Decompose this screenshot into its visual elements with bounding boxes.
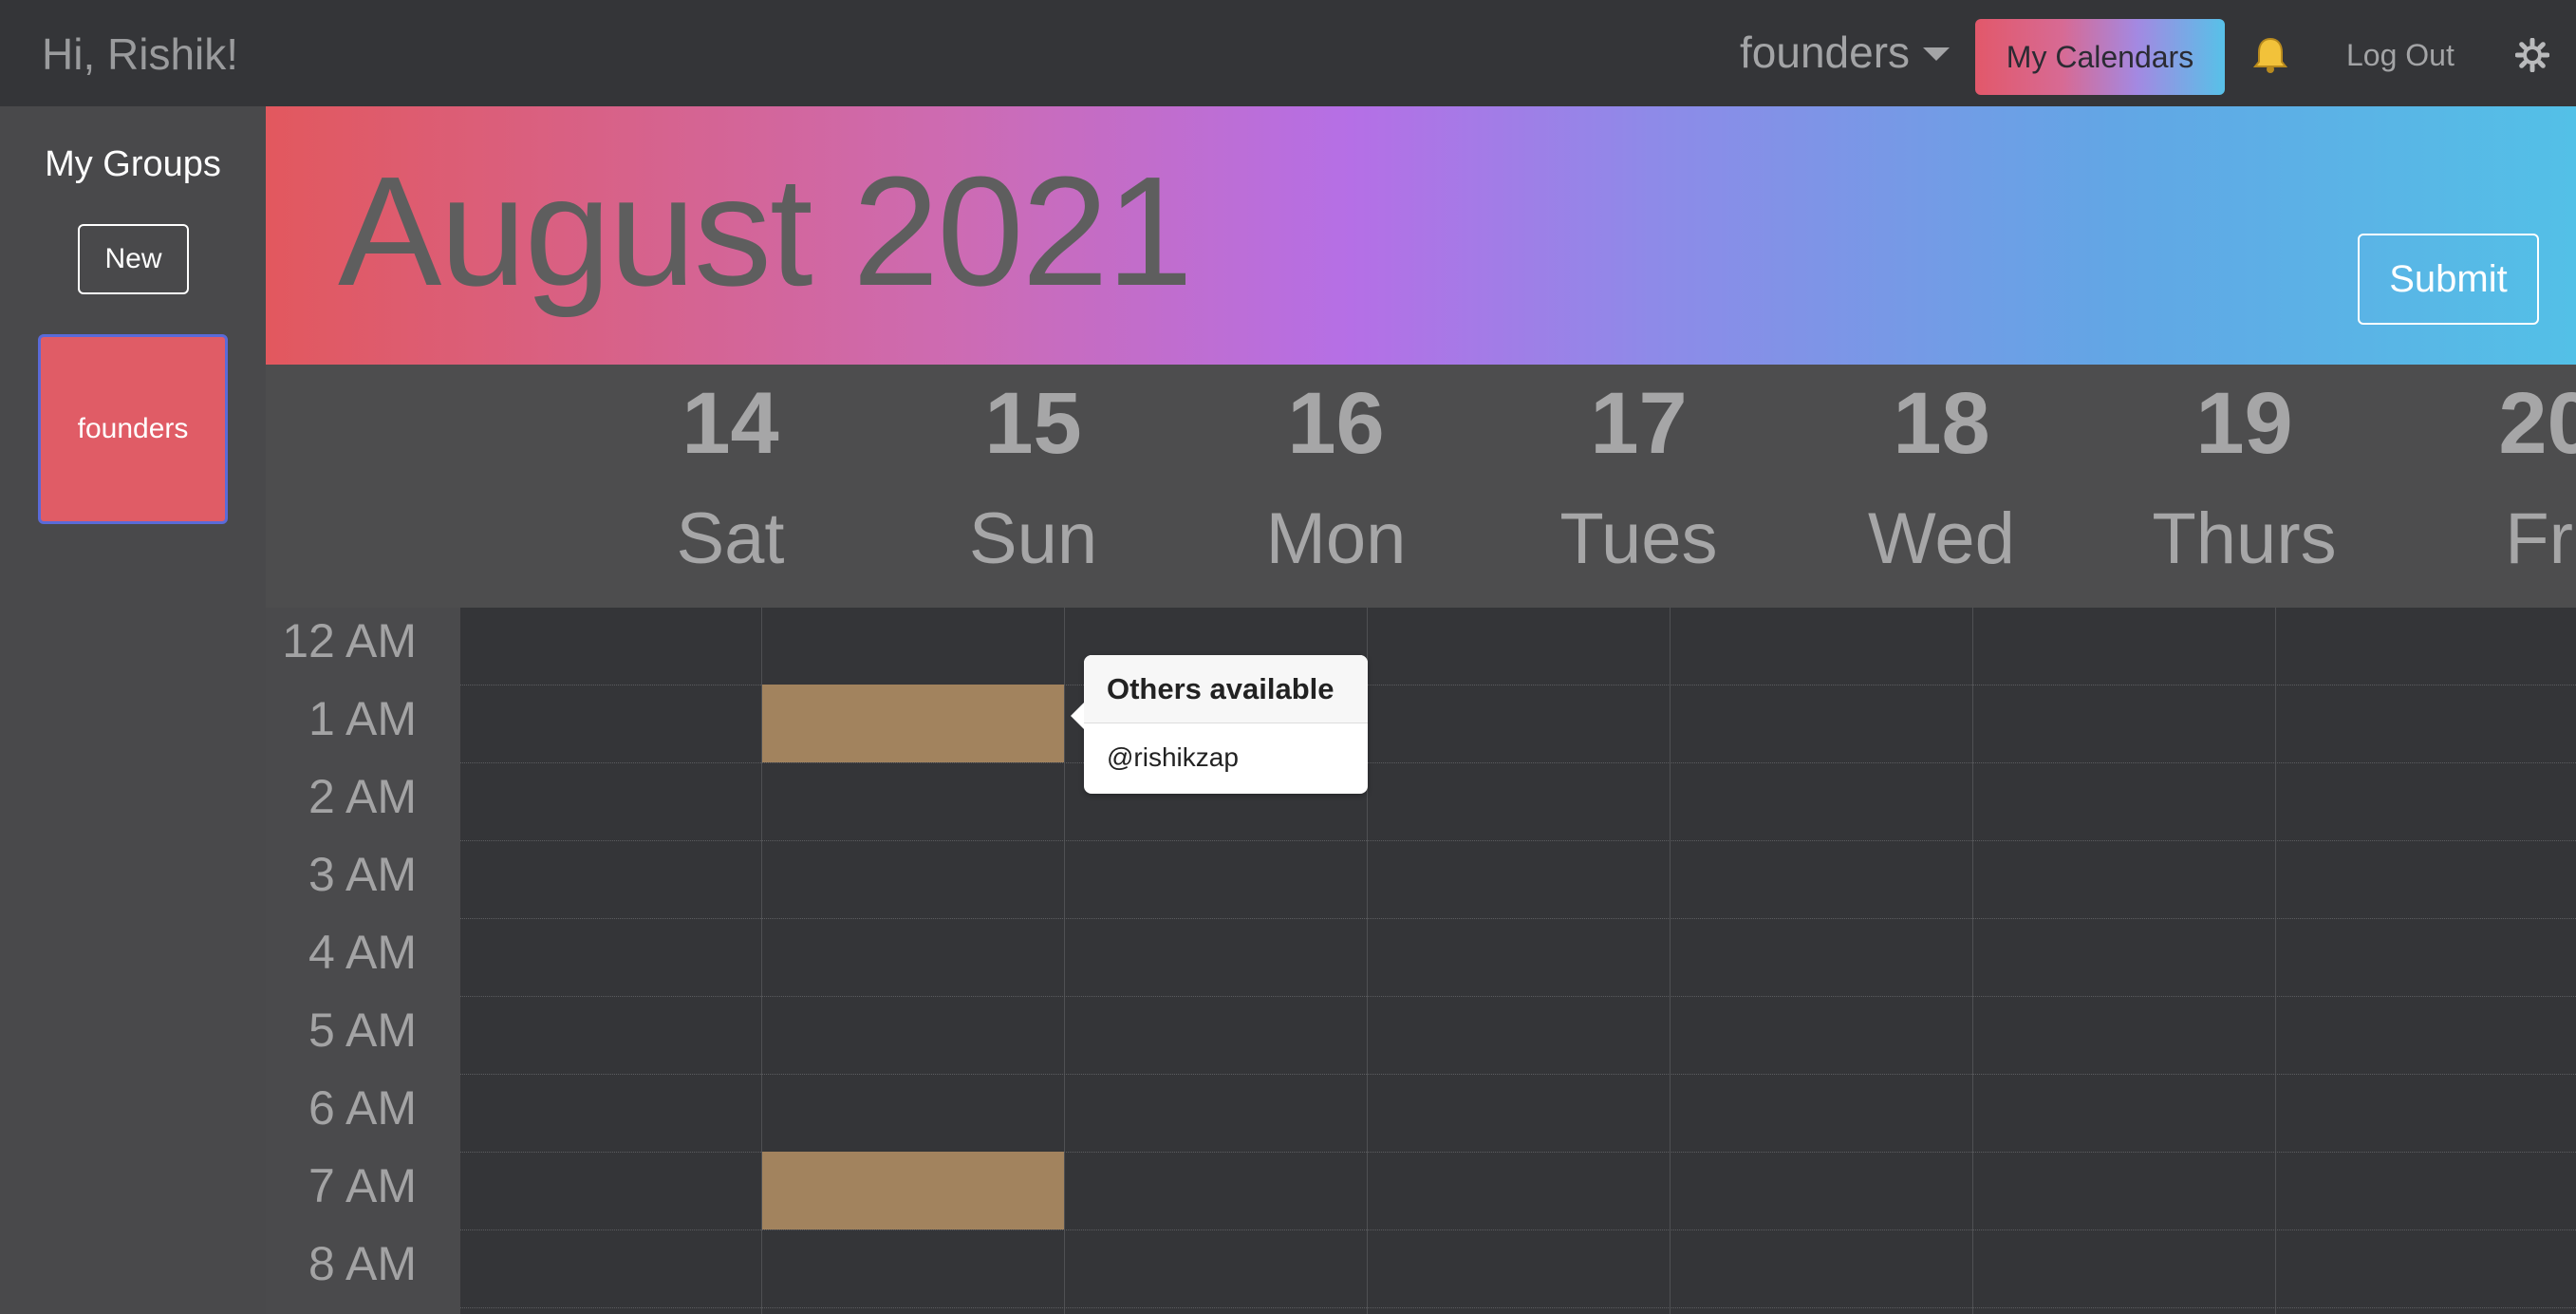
time-label: 7 AM: [308, 1159, 417, 1212]
time-label: 5 AM: [308, 1004, 417, 1057]
chevron-down-icon: [1923, 47, 1951, 61]
gear-icon[interactable]: [2514, 37, 2550, 73]
bell-icon[interactable]: [2252, 36, 2288, 74]
grid-hour-divider: [460, 840, 2576, 841]
day-header-sun: 15 Sun: [882, 365, 1185, 608]
popover-user: @rishikzap: [1107, 742, 1239, 772]
time-label: 3 AM: [308, 848, 417, 901]
group-card-founders[interactable]: founders: [38, 334, 228, 524]
day-name: Wed: [1868, 498, 2015, 579]
popover-arrow: [1071, 703, 1084, 729]
day-header-row: 14 Sat 15 Sun 16 Mon 17 Tues 18 Wed 19 T…: [266, 365, 2576, 608]
day-header-thurs: 19 Thurs: [2093, 365, 2396, 608]
popover-title: Others available: [1084, 655, 1368, 723]
day-number: 14: [681, 375, 779, 472]
available-slot-sun-1am[interactable]: [762, 685, 1064, 762]
day-number: 17: [1590, 375, 1688, 472]
day-number: 15: [984, 375, 1082, 472]
time-label: 2 AM: [308, 770, 417, 823]
grid-column-divider: [1064, 608, 1065, 1314]
time-label: 12 AM: [282, 614, 417, 667]
month-banner: August 2021 Submit: [266, 106, 2576, 365]
month-title: August 2021: [338, 144, 1193, 318]
available-slot-sun-7am[interactable]: [762, 1152, 1064, 1230]
day-header-wed: 18 Wed: [1790, 365, 2093, 608]
day-name: Mon: [1265, 498, 1407, 579]
submit-button[interactable]: Submit: [2358, 234, 2539, 325]
day-name: Sat: [676, 498, 785, 579]
new-group-button[interactable]: New: [78, 224, 189, 294]
time-gutter: 12 AM 1 AM 2 AM 3 AM 4 AM 5 AM 6 AM 7 AM…: [266, 608, 460, 1314]
grid-hour-divider: [460, 1307, 2576, 1308]
day-name: Tues: [1559, 498, 1718, 579]
group-dropdown-label: founders: [1740, 28, 1911, 77]
time-label: 1 AM: [308, 692, 417, 745]
grid-column-divider: [1972, 608, 1973, 1314]
greeting-text: Hi, Rishik!: [42, 29, 239, 79]
grid-hour-divider: [460, 996, 2576, 997]
top-navbar: Hi, Rishik! founders My Calendars Log Ou…: [0, 0, 2576, 106]
grid-hour-divider: [460, 918, 2576, 919]
day-header-mon: 16 Mon: [1185, 365, 1487, 608]
day-number: 18: [1893, 375, 1990, 472]
time-label: 6 AM: [308, 1081, 417, 1135]
grid-column-divider: [2275, 608, 2276, 1314]
availability-popover: Others available @rishikzap: [1071, 655, 1368, 794]
grid-hour-divider: [460, 1074, 2576, 1075]
sidebar-title: My Groups: [45, 144, 221, 184]
group-dropdown[interactable]: founders: [1740, 27, 1951, 78]
day-number: 19: [2195, 375, 2293, 472]
day-header-fri: 20 Fri: [2396, 365, 2576, 608]
day-name: Thurs: [2152, 498, 2337, 579]
groups-sidebar: My Groups New founders: [0, 106, 266, 1314]
day-name: Fri: [2505, 498, 2576, 579]
my-calendars-button[interactable]: My Calendars: [1975, 19, 2225, 95]
calendar-grid[interactable]: [460, 608, 2576, 1314]
logout-link[interactable]: Log Out: [2346, 38, 2455, 73]
day-name: Sun: [968, 498, 1098, 579]
day-number: 20: [2498, 375, 2576, 472]
time-label: 8 AM: [308, 1237, 417, 1290]
time-label: 4 AM: [308, 926, 417, 979]
grid-hour-divider: [460, 762, 2576, 763]
day-header-tues: 17 Tues: [1487, 365, 1790, 608]
day-number: 16: [1287, 375, 1385, 472]
day-header-sat: 14 Sat: [579, 365, 882, 608]
grid-column-divider: [1670, 608, 1671, 1314]
